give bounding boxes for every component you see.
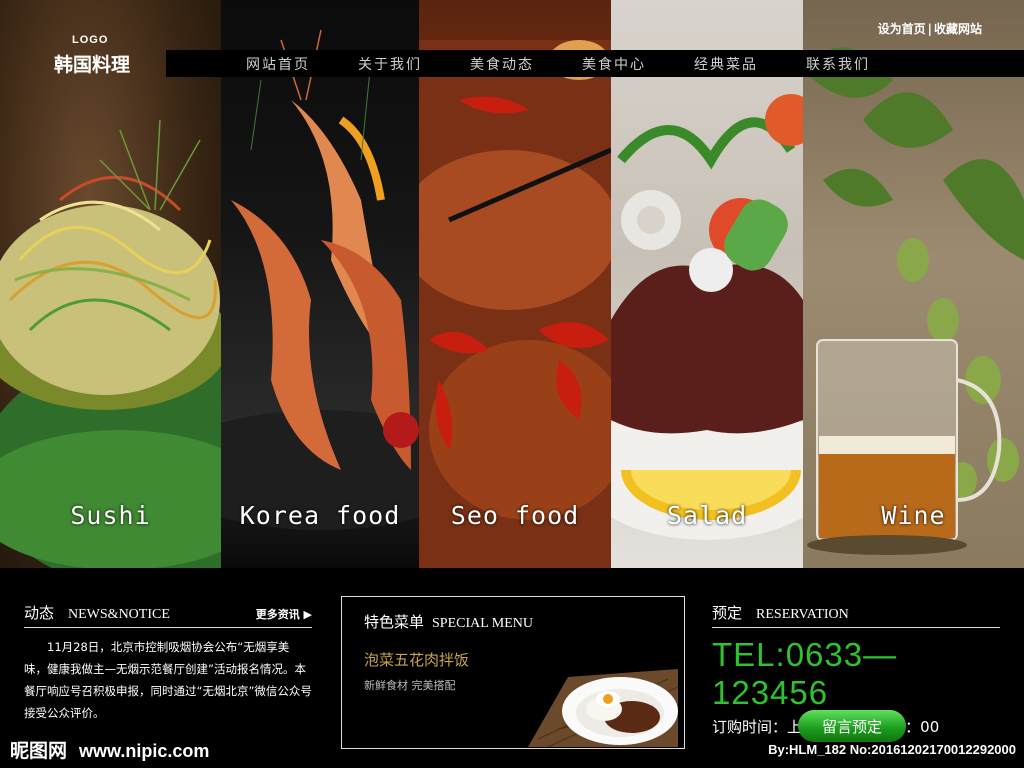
spicy-dish-image bbox=[419, 40, 611, 568]
panel-label: Salad bbox=[666, 501, 748, 530]
panel-wine[interactable]: Wine bbox=[803, 0, 1024, 568]
link-separator: | bbox=[927, 22, 932, 36]
reservation-title-cn: 预定 bbox=[712, 604, 743, 622]
panel-label: Wine bbox=[881, 501, 946, 530]
site-watermark: 昵图网 www.nipic.com bbox=[10, 736, 209, 763]
nav-item-contact[interactable]: 联系我们 bbox=[806, 54, 870, 74]
panel-label: Korea food bbox=[239, 501, 401, 530]
image-byline: By:HLM_182 No:20161202170012292000 bbox=[768, 742, 1016, 757]
leave-message-button[interactable]: 留言预定 bbox=[798, 710, 906, 742]
news-title-cn: 动态 bbox=[24, 604, 55, 622]
reservation-title-en: RESERVATION bbox=[756, 607, 849, 622]
footer-section: 动态 NEWS&NOTICE 更多资讯 ▶ 11月28日，北京市控制吸烟协会公布… bbox=[0, 568, 1024, 768]
shrimp-image bbox=[221, 29, 419, 530]
special-title-en: SPECIAL MENU bbox=[432, 616, 534, 631]
dish-photo bbox=[528, 669, 678, 747]
logo-caption: LOGO bbox=[72, 34, 109, 46]
watermark-url: www.nipic.com bbox=[79, 741, 210, 761]
panel-label: Sushi bbox=[70, 501, 151, 530]
salad-image bbox=[611, 94, 803, 540]
special-menu-box[interactable]: 特色菜单 SPECIAL MENU 泡菜五花肉拌饭 新鲜食材 完美搭配 bbox=[341, 596, 685, 749]
set-homepage-link[interactable]: 设为首页 bbox=[878, 22, 926, 36]
logo[interactable]: 韩国料理 bbox=[54, 50, 130, 77]
panel-label: Seo food bbox=[450, 501, 580, 530]
dish-subtitle: 新鲜食材 完美搭配 bbox=[364, 679, 456, 692]
panel-korea-food[interactable]: Korea food bbox=[221, 0, 419, 568]
sushi-image bbox=[0, 119, 221, 568]
more-news-link[interactable]: 更多资讯 ▶ bbox=[256, 606, 312, 622]
news-body: 11月28日，北京市控制吸烟协会公布“无烟享美味，健康我做主—无烟示范餐厅创建”… bbox=[24, 640, 312, 720]
panel-seo-food[interactable]: Seo food bbox=[419, 0, 611, 568]
hero-banner: Sushi Korea food Seo food Salad Wine bbox=[0, 0, 1024, 568]
top-links: 设为首页 | 收藏网站 bbox=[878, 20, 982, 37]
bookmark-link[interactable]: 收藏网站 bbox=[934, 22, 982, 36]
panel-sushi[interactable]: Sushi bbox=[0, 0, 221, 568]
nav-item-food-center[interactable]: 美食中心 bbox=[582, 54, 646, 74]
dish-name[interactable]: 泡菜五花肉拌饭 bbox=[364, 649, 469, 670]
news-header: 动态 NEWS&NOTICE 更多资讯 ▶ bbox=[24, 602, 312, 628]
nav-item-news[interactable]: 美食动态 bbox=[470, 54, 534, 74]
beer-image bbox=[803, 47, 1024, 555]
special-title-cn: 特色菜单 bbox=[364, 613, 425, 631]
main-nav: 网站首页 关于我们 美食动态 美食中心 经典菜品 联系我们 bbox=[166, 50, 1024, 77]
reservation-header: 预定 RESERVATION bbox=[712, 602, 1000, 628]
nav-item-home[interactable]: 网站首页 bbox=[246, 54, 310, 74]
watermark-site-name: 昵图网 bbox=[10, 740, 68, 762]
special-header: 特色菜单 SPECIAL MENU bbox=[364, 611, 533, 632]
nav-item-about[interactable]: 关于我们 bbox=[358, 54, 422, 74]
phone-number[interactable]: TEL:0633—123456 bbox=[712, 636, 1000, 712]
news-block: 动态 NEWS&NOTICE 更多资讯 ▶ 11月28日，北京市控制吸烟协会公布… bbox=[24, 602, 312, 724]
nav-item-classic-dishes[interactable]: 经典菜品 bbox=[694, 54, 758, 74]
news-title-en: NEWS&NOTICE bbox=[68, 607, 170, 622]
reservation-block: 预定 RESERVATION TEL:0633—123456 订购时间：上午10… bbox=[712, 602, 1000, 742]
panel-salad[interactable]: Salad bbox=[611, 0, 803, 568]
